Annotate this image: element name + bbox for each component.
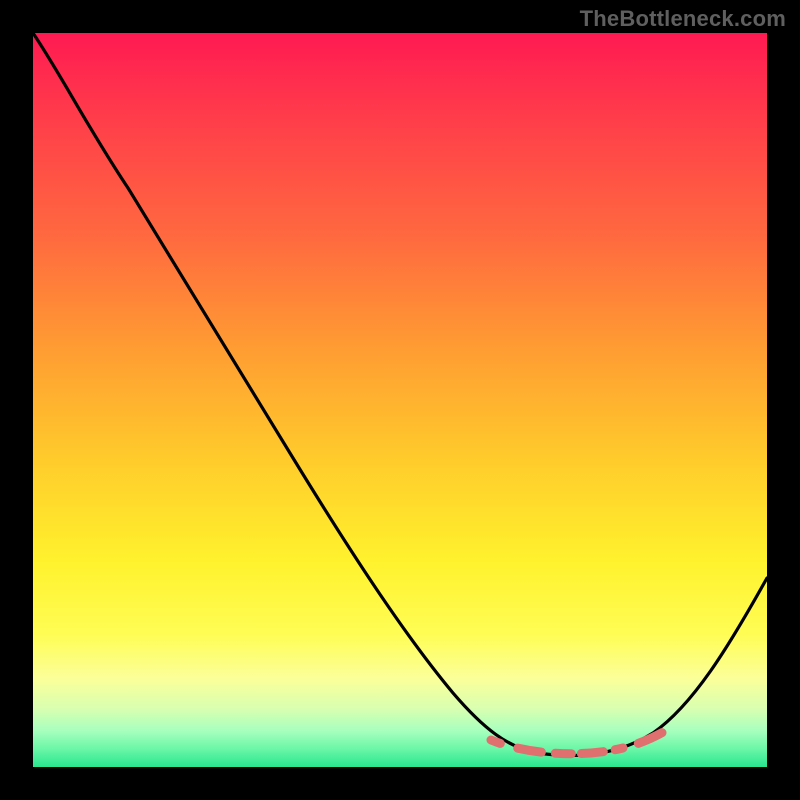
plot-area bbox=[33, 33, 767, 767]
chart-frame: TheBottleneck.com bbox=[0, 0, 800, 800]
curve-svg bbox=[33, 33, 767, 767]
bottleneck-curve bbox=[33, 33, 767, 756]
curve-min-beads bbox=[491, 731, 665, 754]
watermark-text: TheBottleneck.com bbox=[580, 6, 786, 32]
